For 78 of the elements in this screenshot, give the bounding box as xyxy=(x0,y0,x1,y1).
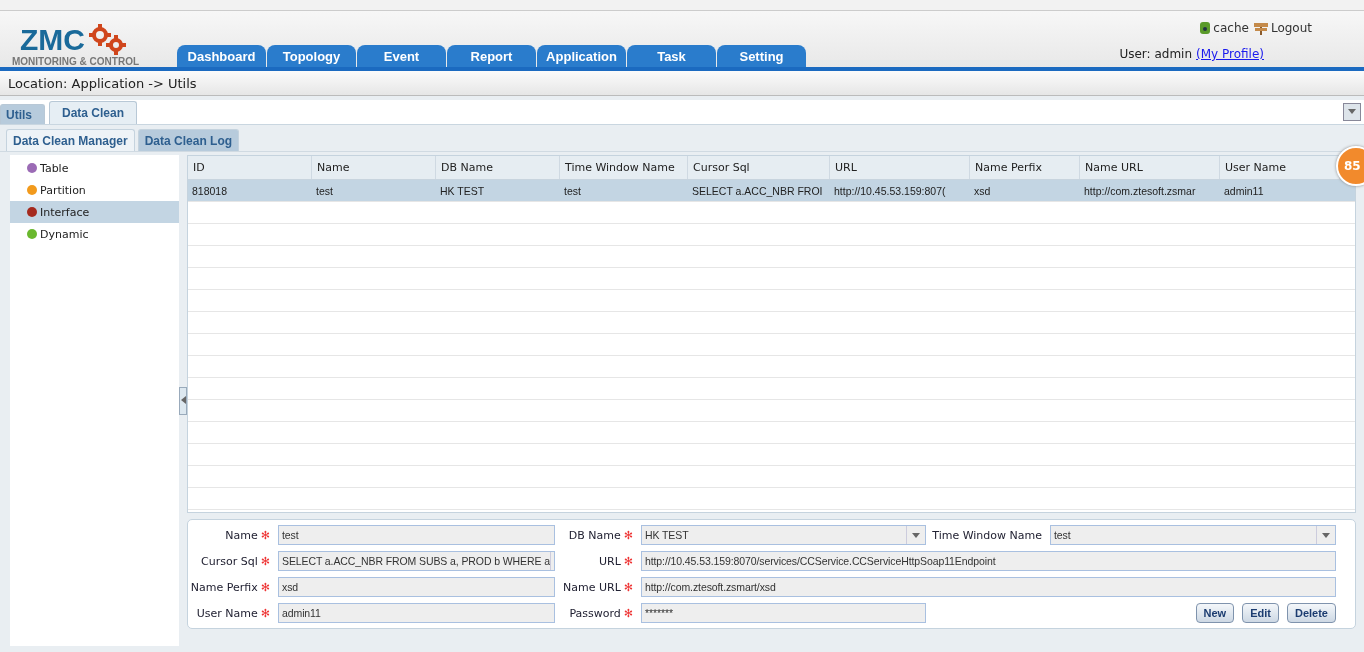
column-header: Name URL xyxy=(1080,156,1220,179)
column-header: Cursor Sql xyxy=(688,156,830,179)
table-cell-text: http://10.45.53.159:807( xyxy=(833,183,947,199)
action-button[interactable]: New xyxy=(1195,603,1235,623)
profile-link[interactable]: (My Profile) xyxy=(1196,47,1264,61)
signpost-icon xyxy=(1252,21,1269,35)
nav-tab[interactable]: Dashboard xyxy=(177,45,266,67)
input-field[interactable]: http://10.45.53.159:8070/services/CCService.CCServiceHttpSoap11Endpoint xyxy=(641,551,1336,571)
tree-item[interactable]: Table xyxy=(10,157,179,179)
table-cell-text: xsd xyxy=(973,183,992,199)
input-field[interactable]: xsd xyxy=(278,577,555,597)
input-field[interactable]: admin11 xyxy=(278,603,555,623)
gears-icon xyxy=(87,24,127,56)
required-mark: ✻ xyxy=(623,606,633,620)
field-label: URL ✻ xyxy=(597,554,634,568)
nav-tab[interactable]: Event xyxy=(357,45,446,67)
sub-tab[interactable]: Data Clean Log xyxy=(137,129,240,151)
logo-text: ZMC xyxy=(19,25,85,55)
table-cell-text: test xyxy=(315,183,334,199)
table-cell-text: admin11 xyxy=(1223,183,1265,199)
dropdown-button[interactable] xyxy=(1343,103,1361,121)
column-header: Name Perfix xyxy=(970,156,1080,179)
table-row[interactable]: 818018 test HK TEST test SELECT a.ACC_NBR FROI http://10.45.53.159:807( xsd http://com.ztesoft.zsmar admin11 xyxy=(188,180,1355,202)
page-tab[interactable]: Data Clean xyxy=(49,101,138,124)
field-label: Name ✻ xyxy=(224,528,271,542)
tree-item[interactable]: Interface xyxy=(10,201,179,223)
nav-tab[interactable]: Application xyxy=(537,45,626,67)
required-mark: ✻ xyxy=(623,580,633,594)
table-cell-text: 818018 xyxy=(191,183,229,199)
field-label: User Name ✻ xyxy=(195,606,271,620)
required-mark: ✻ xyxy=(623,554,633,568)
action-button[interactable]: Edit xyxy=(1242,603,1279,623)
table-cell-text: http://com.ztesoft.zsmar xyxy=(1083,183,1197,199)
table-cell-text: SELECT a.ACC_NBR FROI xyxy=(691,183,824,199)
required-mark: ✻ xyxy=(260,528,270,542)
cache-link[interactable]: cache xyxy=(1199,21,1249,35)
field-label: Name URL ✻ xyxy=(562,580,634,594)
column-header: Time Window Name xyxy=(560,156,688,179)
input-field[interactable]: http://com.ztesoft.zsmart/xsd xyxy=(641,577,1336,597)
required-mark: ✻ xyxy=(260,554,270,568)
table-cell-text: test xyxy=(563,183,582,199)
field-label: Password ✻ xyxy=(568,606,634,620)
input-field[interactable]: SELECT a.ACC_NBR FROM SUBS a, PROD b WHERE a xyxy=(278,551,555,571)
page-tab[interactable]: Utils xyxy=(0,104,45,124)
field-label: Time Window Name xyxy=(931,528,1043,542)
nav-tab[interactable]: Report xyxy=(447,45,536,67)
table-cell-text: HK TEST xyxy=(439,183,486,199)
select-field[interactable]: test xyxy=(1050,525,1336,545)
nav-tab[interactable]: Topology xyxy=(267,45,356,67)
location-breadcrumb: Location: Application -> Utils xyxy=(0,71,1364,96)
field-label: Name Perfix ✻ xyxy=(189,580,271,594)
required-mark: ✻ xyxy=(623,528,633,542)
dropdown-arrow-icon xyxy=(912,531,920,539)
user-label: User: admin xyxy=(1119,47,1193,61)
select-field[interactable]: HK TEST xyxy=(641,525,926,545)
logout-link[interactable]: Logout xyxy=(1252,21,1312,35)
field-label: DB Name ✻ xyxy=(567,528,634,542)
sub-tab[interactable]: Data Clean Manager xyxy=(6,129,135,151)
tree-item[interactable]: Partition xyxy=(10,179,179,201)
dropdown-arrow-icon xyxy=(1322,531,1330,539)
input-field[interactable]: ******* xyxy=(641,603,926,623)
column-header: DB Name xyxy=(436,156,560,179)
action-button[interactable]: Delete xyxy=(1286,603,1336,623)
column-header: URL xyxy=(830,156,970,179)
nav-tab[interactable]: Setting xyxy=(717,45,806,67)
required-mark: ✻ xyxy=(260,606,270,620)
logo-subtitle: MONITORING & CONTROL xyxy=(12,56,141,67)
collapse-handle[interactable] xyxy=(179,386,187,415)
column-header: Name xyxy=(312,156,436,179)
input-field[interactable]: test xyxy=(278,525,555,545)
nav-tab[interactable]: Task xyxy=(627,45,716,67)
column-header: ID xyxy=(188,156,312,179)
tree-item[interactable]: Dynamic xyxy=(10,223,179,245)
caret-left-icon xyxy=(180,396,188,404)
field-label: Cursor Sql ✻ xyxy=(200,554,271,568)
required-mark: ✻ xyxy=(260,580,270,594)
caret-down-icon xyxy=(1348,107,1356,115)
database-icon xyxy=(1199,21,1212,35)
